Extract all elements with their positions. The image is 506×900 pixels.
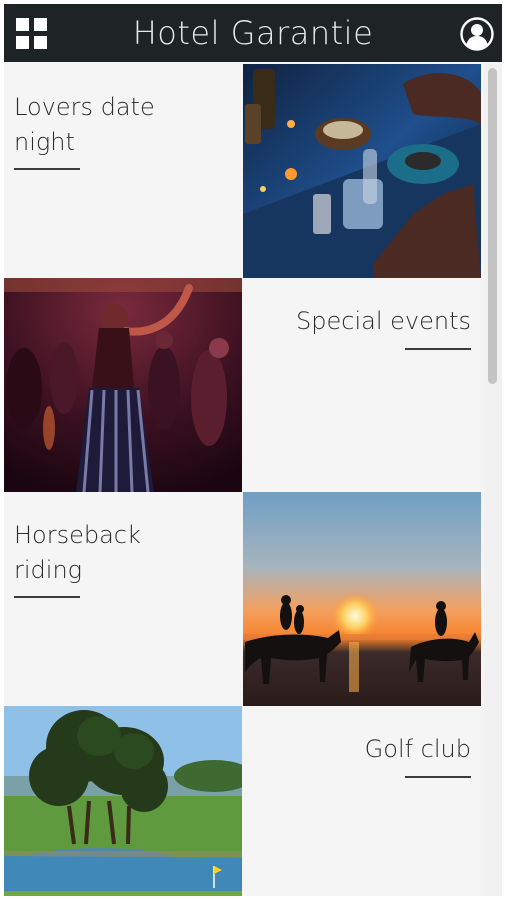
sunset-horses-photo[interactable] (243, 492, 481, 706)
golf-course-photo[interactable] (4, 706, 242, 896)
tile-lovers-date-night[interactable]: Lovers date night (4, 64, 242, 278)
user-profile-icon[interactable] (460, 17, 494, 51)
party-photo[interactable] (4, 278, 242, 492)
activity-row: Lovers date night (4, 64, 482, 278)
label-underline (14, 596, 80, 598)
tile-horseback-riding[interactable]: Horseback riding (4, 492, 242, 706)
app-bar: Hotel Garantie (4, 4, 502, 62)
app-screen: Hotel Garantie Lovers date night Special… (4, 4, 502, 896)
tile-label: Lovers date night (14, 93, 155, 156)
tile-label: Golf club (364, 735, 471, 763)
tile-label: Special events (296, 307, 471, 335)
tile-golf-club[interactable]: Golf club (243, 706, 481, 896)
grid-menu-icon[interactable] (16, 18, 48, 50)
label-underline (405, 776, 471, 778)
activities-grid: Lovers date night Special events Horseba… (4, 64, 482, 896)
label-underline (14, 168, 80, 170)
activity-row: Horseback riding (4, 492, 482, 706)
dinner-photo[interactable] (243, 64, 481, 278)
tile-special-events[interactable]: Special events (243, 278, 481, 492)
scrollbar-thumb[interactable] (488, 68, 497, 384)
label-underline (405, 348, 471, 350)
app-title: Hotel Garantie (132, 14, 374, 52)
activity-row: Golf club (4, 706, 482, 896)
tile-label: Horseback riding (14, 521, 141, 584)
activity-row: Special events (4, 278, 482, 492)
